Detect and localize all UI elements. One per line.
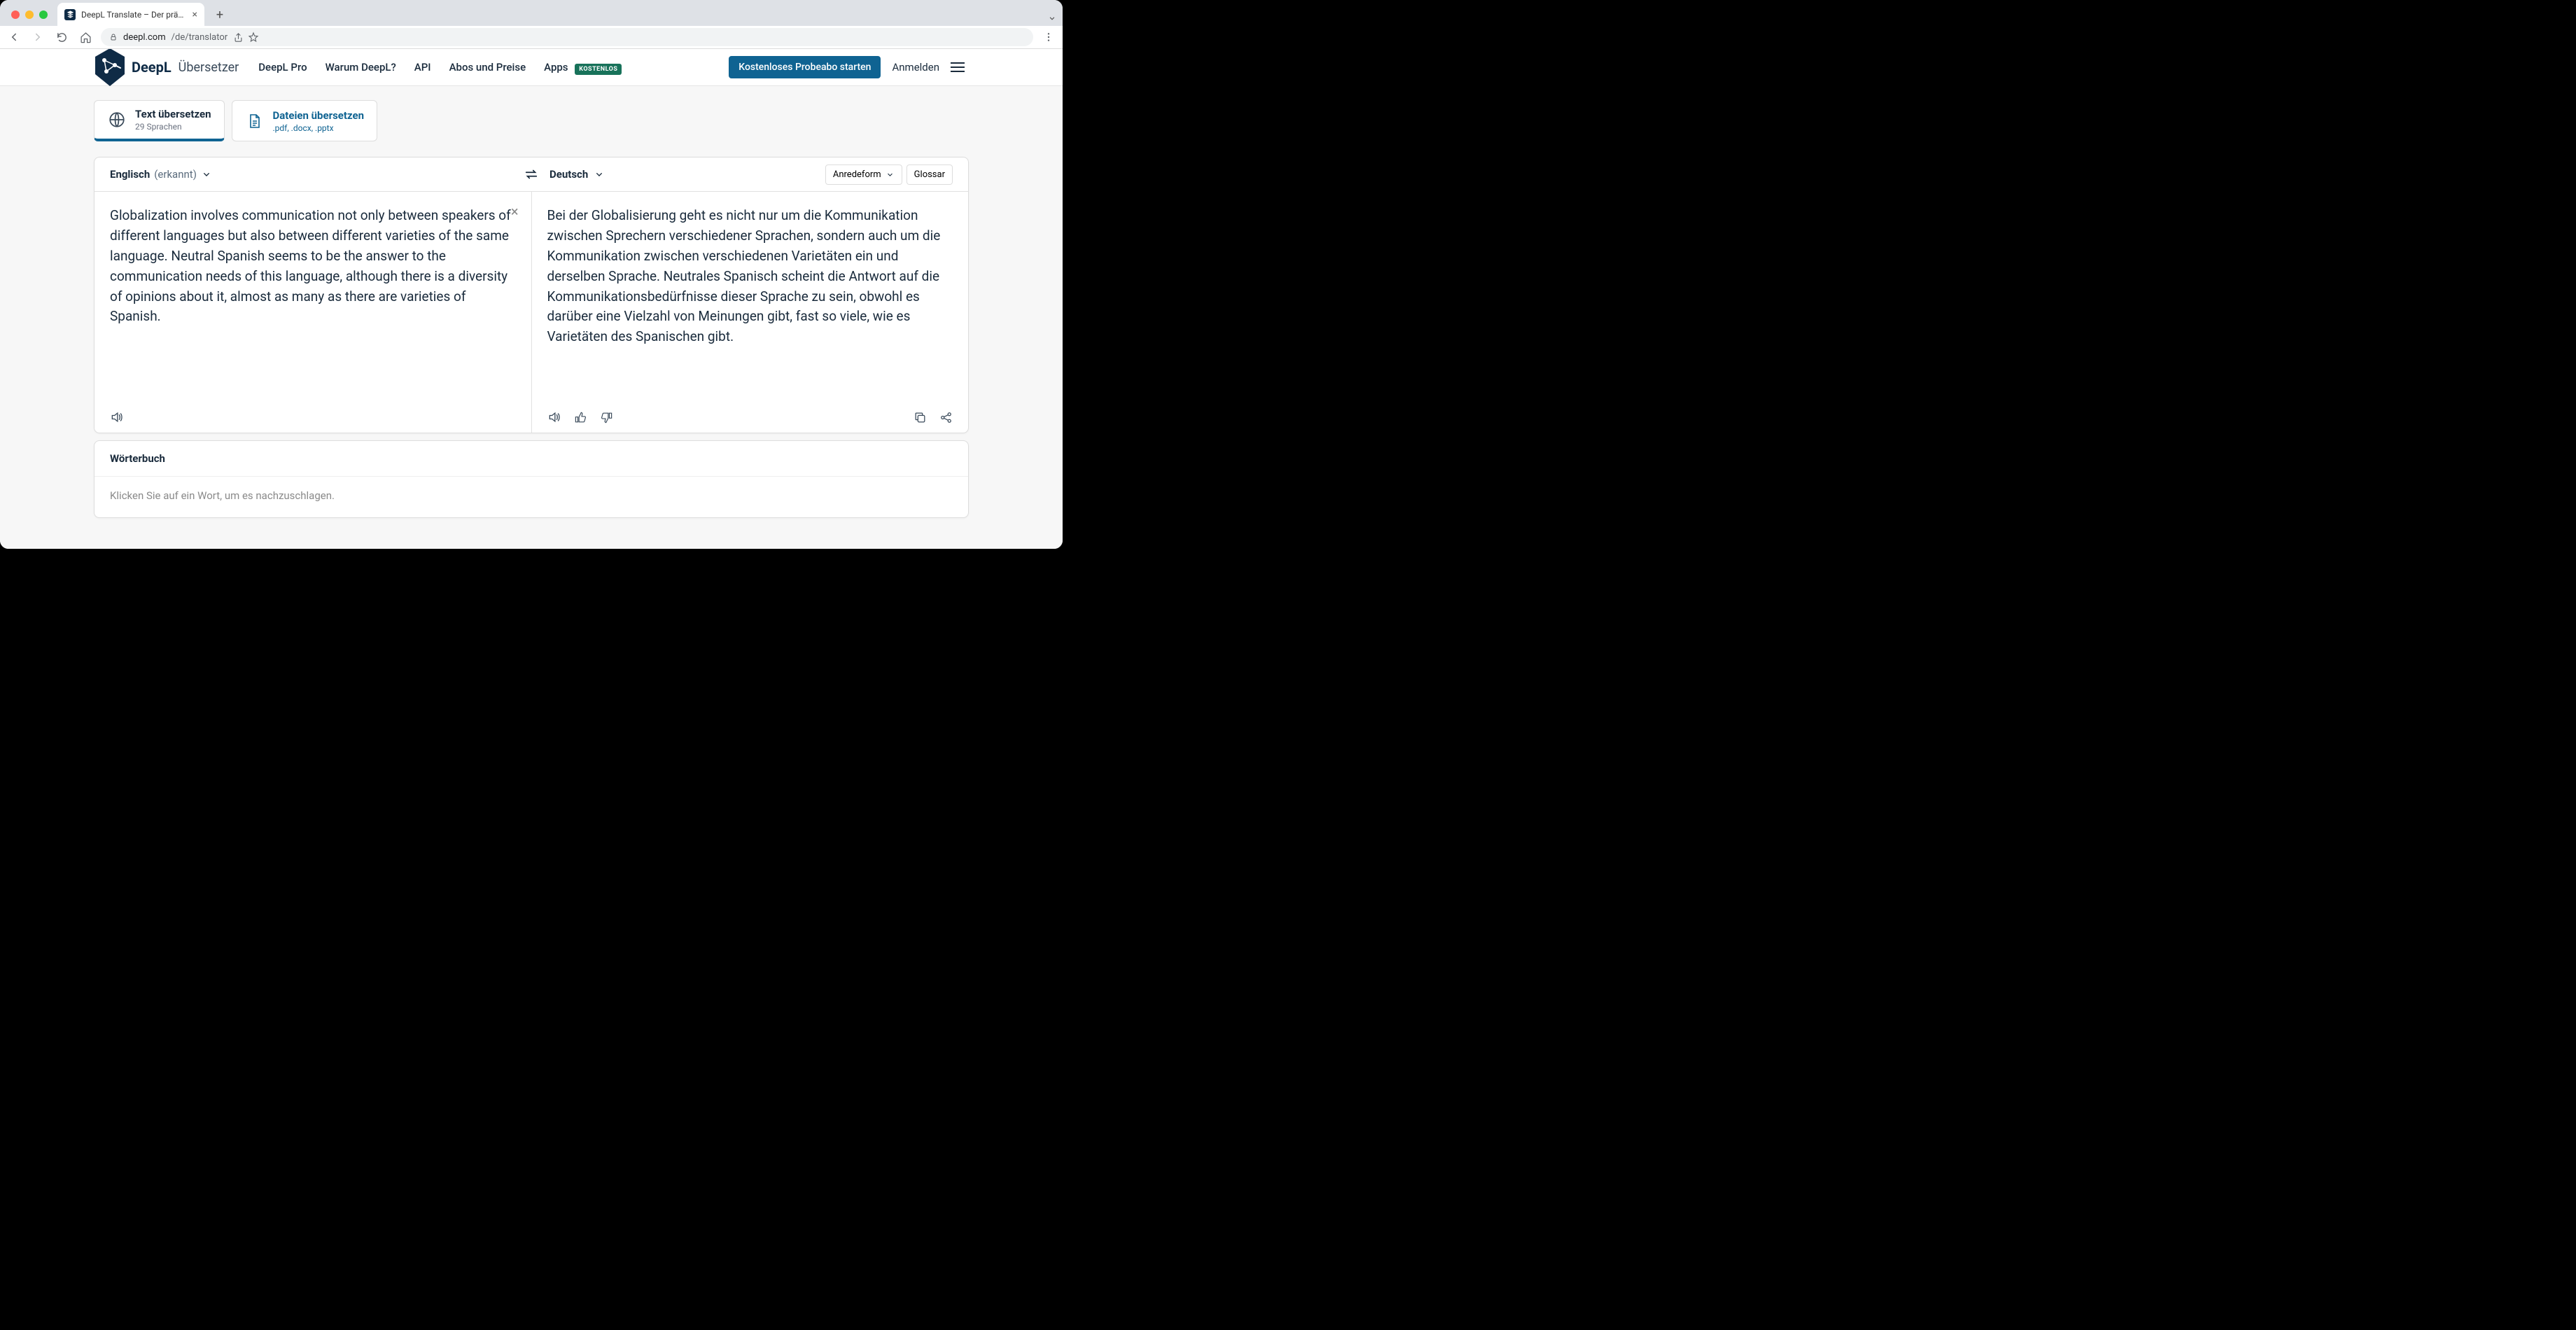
source-panel: Globalization involves communication not… [94,191,532,433]
globe-icon [107,110,127,130]
tts-source-icon[interactable] [110,410,124,424]
tabs-overflow-icon[interactable] [1042,13,1063,23]
source-lang-name: Englisch [110,168,150,181]
detected-label: (erkannt) [154,168,197,181]
copy-icon[interactable] [913,411,927,424]
formality-selector[interactable]: Anredeform [825,164,902,185]
site-header: DeepL Übersetzer DeepL Pro Warum DeepL? … [0,49,1063,86]
target-lang-name: Deutsch [550,168,588,181]
close-tab-icon[interactable]: × [192,9,197,20]
tab-text-title: Text übersetzen [135,108,211,120]
source-text-input[interactable]: Globalization involves communication not… [110,206,516,327]
browser-tabstrip: DeepL Translate – Der präzises… × + [0,0,1063,26]
maximize-window-button[interactable] [39,10,48,19]
clear-source-button[interactable]: × [511,203,519,220]
chevron-down-icon [594,169,605,180]
trial-cta-button[interactable]: Kostenloses Probeabo starten [729,56,881,78]
browser-menu-button[interactable] [1040,29,1057,46]
document-icon [245,111,265,131]
browser-tab[interactable]: DeepL Translate – Der präzises… × [57,3,204,26]
target-text-output[interactable]: Bei der Globalisierung geht es nicht nur… [547,206,953,347]
reload-button[interactable] [53,29,70,46]
page-content: DeepL Übersetzer DeepL Pro Warum DeepL? … [0,49,1063,549]
dictionary-card: Wörterbuch Klicken Sie auf ein Wort, um … [94,440,969,518]
target-panel: Bei der Globalisierung geht es nicht nur… [532,191,969,433]
home-button[interactable] [77,29,94,46]
swap-languages-button[interactable] [524,167,539,182]
nav-apps[interactable]: Apps KOSTENLOS [544,61,622,74]
nav-pricing[interactable]: Abos und Preise [449,61,526,74]
tab-title: DeepL Translate – Der präzises… [81,10,187,20]
login-link[interactable]: Anmelden [892,61,939,74]
glossary-button[interactable]: Glossar [906,164,953,185]
minimize-window-button[interactable] [25,10,34,19]
window-controls [7,10,52,26]
deepl-logo-icon [94,49,126,87]
browser-toolbar: deepl.com/de/translator [0,26,1063,49]
url-domain: deepl.com [123,32,166,43]
tts-target-icon[interactable] [547,410,561,424]
thumbs-up-icon[interactable] [574,411,587,424]
tab-text-sub: 29 Sprachen [135,122,211,132]
url-path: /de/translator [172,32,228,43]
lock-icon [109,33,118,41]
source-lang-selector[interactable]: Englisch (erkannt) [94,168,528,181]
target-lang-selector[interactable]: Deutsch [550,168,605,181]
forward-button[interactable] [29,29,46,46]
chevron-down-icon [886,170,895,179]
bookmark-icon[interactable] [248,31,259,43]
tab-file-sub: .pdf, .docx, .pptx [273,123,365,133]
tab-file-title: Dateien übersetzen [273,109,365,122]
close-window-button[interactable] [11,10,20,19]
nav-apps-label: Apps [544,61,568,74]
share-icon[interactable] [233,32,244,43]
nav-why[interactable]: Warum DeepL? [326,61,396,74]
glossary-label: Glossar [914,169,945,180]
formality-label: Anredeform [833,169,881,180]
share-icon[interactable] [939,411,953,424]
text-panels: Globalization involves communication not… [94,191,968,433]
back-button[interactable] [6,29,22,46]
brand-subtitle: Übersetzer [178,60,239,75]
tab-text-translate[interactable]: Text übersetzen 29 Sprachen [94,100,225,141]
translator-card: Englisch (erkannt) Deutsch [94,157,969,433]
logo[interactable]: DeepL Übersetzer [94,49,239,87]
nav-api[interactable]: API [414,61,431,74]
menu-icon[interactable] [951,62,965,72]
brand-name: DeepL [132,59,172,76]
nav-pro[interactable]: DeepL Pro [258,61,307,74]
thumbs-down-icon[interactable] [600,411,613,424]
dictionary-hint: Klicken Sie auf ein Wort, um es nachzusc… [94,477,968,517]
dictionary-title: Wörterbuch [94,441,968,477]
free-badge: KOSTENLOS [575,64,622,75]
tab-file-translate[interactable]: Dateien übersetzen .pdf, .docx, .pptx [232,100,378,141]
chevron-down-icon [201,169,212,180]
main-nav: DeepL Pro Warum DeepL? API Abos und Prei… [258,61,622,74]
browser-window: DeepL Translate – Der präzises… × + deep… [0,0,1063,549]
address-bar[interactable]: deepl.com/de/translator [101,28,1033,46]
mode-tabs: Text übersetzen 29 Sprachen Dateien über… [0,86,1063,141]
new-tab-button[interactable]: + [210,5,230,24]
language-bar: Englisch (erkannt) Deutsch [94,158,968,191]
favicon-icon [64,9,76,20]
